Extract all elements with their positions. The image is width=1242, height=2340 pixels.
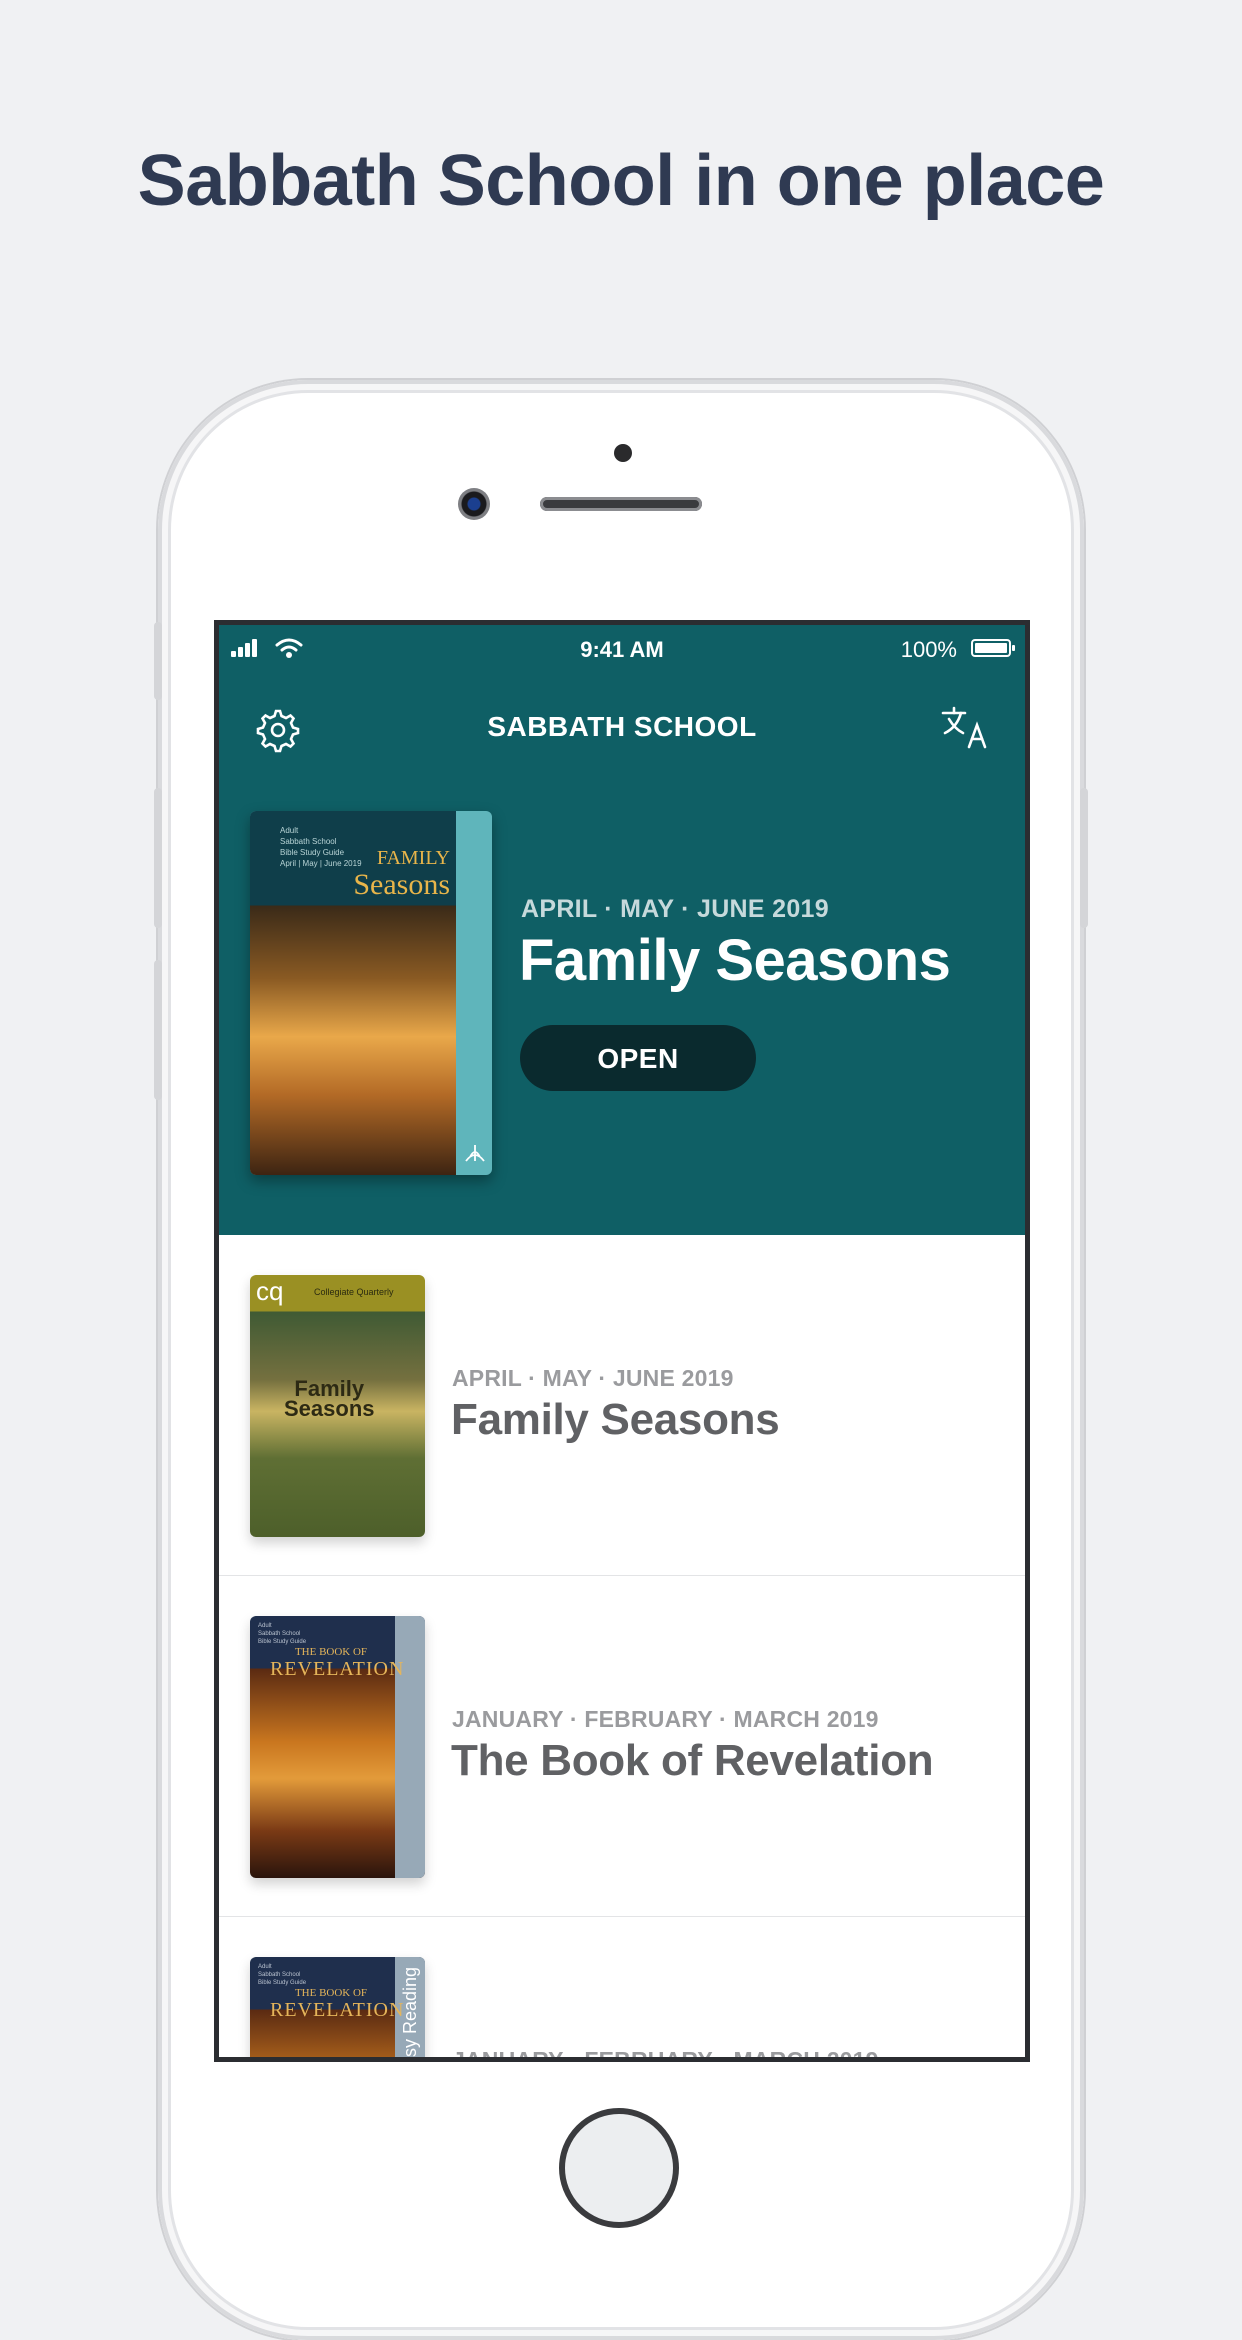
home-button[interactable]	[559, 2108, 679, 2228]
quarterly-date: APRIL · MAY · JUNE 2019	[452, 1365, 734, 1391]
volume-up-button	[154, 788, 162, 928]
nav-bar: SABBATH SCHOOL	[219, 685, 1025, 765]
page-headline: Sabbath School in one place	[137, 141, 1105, 221]
status-bar: 9:41 AM 100%	[219, 625, 1025, 673]
featured-date: APRIL · MAY · JUNE 2019	[521, 895, 829, 923]
translate-icon[interactable]	[941, 705, 991, 751]
open-button[interactable]: OPEN	[520, 1025, 756, 1091]
front-camera	[458, 488, 490, 520]
quarterly-cover-image: cq Collegiate Quarterly Family Seasons	[250, 1275, 425, 1537]
volume-down-button	[154, 960, 162, 1100]
battery-icon	[971, 639, 1015, 657]
list-item[interactable]: Easy Reading Adult Sabbath School Bible St…	[219, 1917, 1025, 2062]
quarterly-title: The Book of Revelation	[451, 1736, 934, 1785]
list-item[interactable]: cq Collegiate Quarterly Family Seasons AP…	[219, 1235, 1025, 1576]
earpiece-speaker	[540, 497, 702, 511]
battery-percent: 100%	[900, 637, 957, 662]
list-item[interactable]: Adult Sabbath School Bible Study Guide THE…	[219, 1576, 1025, 1917]
quarterly-cover-image: Easy Reading Adult Sabbath School Bible St…	[250, 1957, 425, 2057]
featured-cover-image[interactable]: Adult Sabbath School Bible Study Guide Apri…	[250, 811, 492, 1175]
quarterly-list: cq Collegiate Quarterly Family Seasons AP…	[219, 1235, 1025, 2062]
quarterly-date: JANUARY · FEBRUARY · MARCH 2019	[452, 1706, 879, 1732]
proximity-sensor	[614, 444, 632, 462]
mute-switch	[154, 622, 162, 700]
featured-hero: 9:41 AM 100% SABBATH SCHOOL Adult Sabbat…	[219, 625, 1025, 1235]
quarterly-title: Family Seasons	[451, 1395, 780, 1444]
cover-title: FAMILY Seasons	[353, 847, 450, 901]
quarterly-cover-image: Adult Sabbath School Bible Study Guide THE…	[250, 1616, 425, 1878]
power-button	[1080, 788, 1088, 928]
quarterly-date: JANUARY · FEBRUARY · MARCH 2019	[452, 2047, 879, 2062]
nav-title: SABBATH SCHOOL	[487, 711, 757, 742]
app-screen: 9:41 AM 100% SABBATH SCHOOL Adult Sabbat…	[214, 620, 1030, 2062]
featured-title: Family Seasons	[519, 928, 951, 993]
church-logo-icon	[465, 1145, 485, 1162]
